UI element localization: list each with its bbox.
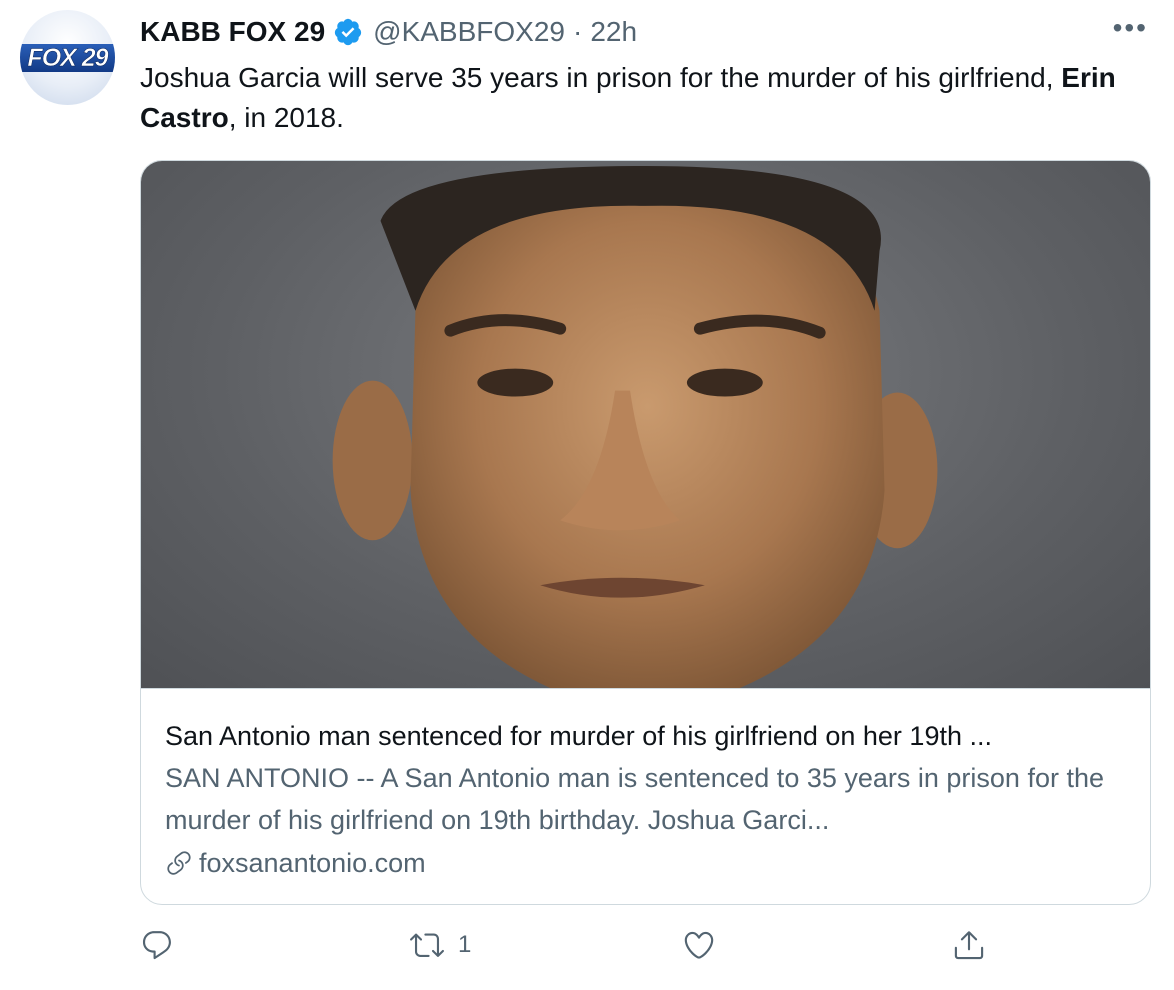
retweet-count: 1 (458, 931, 472, 958)
card-image[interactable] (141, 161, 1150, 689)
tweet-text-part2: , in 2018. (228, 102, 344, 133)
avatar[interactable]: FOX 29 (20, 10, 115, 105)
tweet-text: Joshua Garcia will serve 35 years in pri… (140, 58, 1160, 138)
card-domain-text[interactable]: foxsanantonio.com (199, 843, 426, 883)
link-preview-card[interactable]: San Antonio man sentenced for murder of … (140, 160, 1151, 905)
tweet-timestamp[interactable]: 22h (590, 16, 637, 48)
avatar-logo: FOX 29 (20, 44, 115, 72)
mugshot-photo (332, 165, 938, 688)
card-domain: foxsanantonio.com (165, 843, 1126, 883)
author-handle[interactable]: @KABBFOX29 (373, 16, 565, 48)
link-icon (167, 851, 191, 875)
card-body: San Antonio man sentenced for murder of … (165, 717, 1126, 883)
card-description: SAN ANTONIO -- A San Antonio man is sent… (165, 763, 1104, 835)
reply-icon (142, 931, 171, 960)
verified-badge-icon (335, 18, 362, 46)
card-title: San Antonio man sentenced for murder of … (165, 721, 992, 751)
tweet-header: KABB FOX 29 @KABBFOX29 · 22h (140, 14, 637, 50)
tweet-actions: 1 (140, 928, 1000, 970)
display-name[interactable]: KABB FOX 29 (140, 16, 325, 48)
retweet-icon (410, 933, 444, 957)
share-button[interactable] (952, 928, 1000, 962)
heart-icon (684, 931, 714, 959)
more-options-icon[interactable]: ••• (1113, 12, 1148, 44)
retweet-button[interactable]: 1 (410, 928, 471, 962)
reply-button[interactable] (140, 928, 188, 962)
tweet-text-part1: Joshua Garcia will serve 35 years in pri… (140, 62, 1062, 93)
like-button[interactable] (682, 928, 730, 962)
share-icon (954, 931, 984, 960)
separator-dot: · (573, 16, 583, 47)
